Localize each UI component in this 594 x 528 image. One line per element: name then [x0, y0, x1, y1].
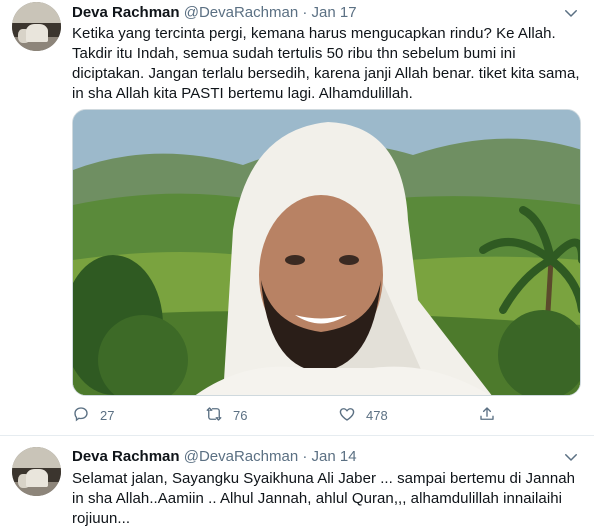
tweet-photo[interactable] [72, 109, 581, 396]
tweet-date[interactable]: Jan 17 [312, 4, 357, 21]
like-button[interactable]: 478 [338, 404, 388, 426]
chevron-down-icon[interactable] [562, 448, 580, 466]
like-count: 478 [366, 407, 388, 423]
tweet-text: Selamat jalan, Sayangku Syaikhuna Ali Ja… [72, 470, 576, 527]
chevron-down-icon[interactable] [562, 4, 580, 22]
tweet-header: Deva Rachman @DevaRachman · Jan 17 [72, 3, 357, 23]
retweet-count: 76 [233, 407, 248, 423]
tweet[interactable]: Deva Rachman @DevaRachman · Jan 17 Ketik… [0, 0, 594, 436]
retweet-icon [205, 405, 233, 426]
tweet[interactable]: Deva Rachman @DevaRachman · Jan 14 Selam… [0, 437, 594, 528]
author-name[interactable]: Deva Rachman [72, 4, 180, 21]
share-button[interactable] [478, 404, 506, 426]
heart-icon [338, 405, 366, 426]
share-icon [478, 405, 506, 426]
author-handle[interactable]: @DevaRachman [184, 448, 298, 465]
reply-button[interactable]: 27 [72, 404, 114, 426]
avatar[interactable] [12, 447, 61, 496]
tweet-header: Deva Rachman @DevaRachman · Jan 14 [72, 447, 357, 467]
separator-dot: · [302, 448, 308, 465]
tweet-text: Ketika yang tercinta pergi, kemana harus… [72, 25, 580, 102]
author-handle[interactable]: @DevaRachman [184, 4, 298, 21]
reply-count: 27 [100, 407, 115, 423]
author-name[interactable]: Deva Rachman [72, 448, 180, 465]
reply-icon [72, 405, 100, 426]
tweet-actions: 27 76 478 [72, 404, 502, 426]
retweet-button[interactable]: 76 [205, 404, 247, 426]
avatar[interactable] [12, 2, 61, 51]
tweet-date[interactable]: Jan 14 [312, 448, 357, 465]
separator-dot: · [302, 4, 308, 21]
